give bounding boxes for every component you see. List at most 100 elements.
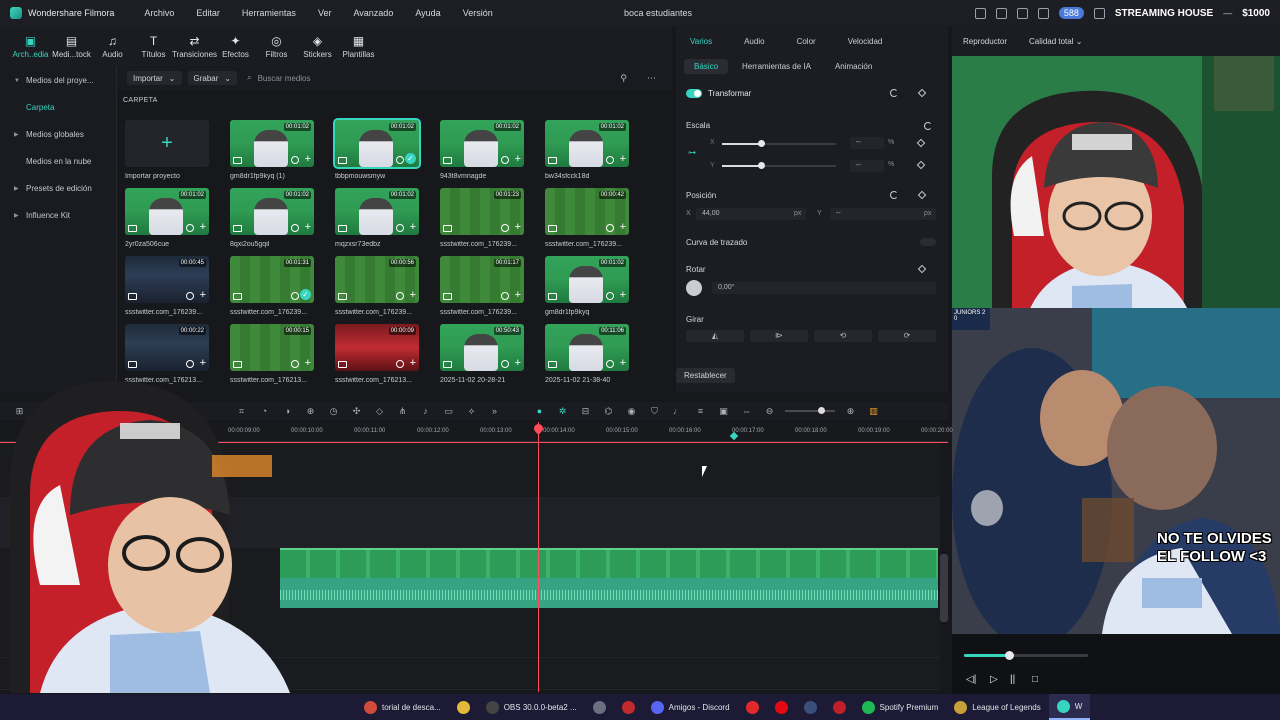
- more-options-icon[interactable]: ⋯: [647, 73, 656, 84]
- timeline-scrollbar[interactable]: [940, 554, 948, 622]
- add-to-timeline-icon[interactable]: +: [515, 358, 521, 369]
- mixer-icon[interactable]: ≡: [689, 406, 712, 416]
- render-preview-icon[interactable]: ●: [528, 406, 551, 416]
- add-to-timeline-icon[interactable]: +: [620, 290, 626, 301]
- mic-icon[interactable]: ♩: [666, 406, 689, 416]
- tab-transition[interactable]: ⇄ Transiciones: [172, 26, 217, 66]
- menu-herramientas[interactable]: Herramientas: [242, 8, 296, 18]
- playhead[interactable]: [538, 422, 539, 692]
- preview-video[interactable]: JUNIORS 2 0 NO TE OLVIDES EL FOLLOW <3: [952, 308, 1280, 634]
- stop-icon[interactable]: □: [1032, 674, 1038, 685]
- keyframe-icon[interactable]: [917, 88, 927, 98]
- media-thumbnail[interactable]: 00:11:06 +: [545, 324, 629, 371]
- add-to-timeline-icon[interactable]: +: [515, 290, 521, 301]
- media-thumbnail[interactable]: 00:01:02 +: [545, 120, 629, 167]
- menu-version[interactable]: Versión: [463, 8, 493, 18]
- tab-effects[interactable]: ✦ Efectos: [215, 26, 256, 66]
- grid-icon[interactable]: [1093, 7, 1105, 19]
- video-clip[interactable]: [280, 548, 938, 578]
- prev-frame-icon[interactable]: ◁|: [966, 674, 976, 685]
- rotate-dial[interactable]: [686, 280, 702, 296]
- add-to-timeline-icon[interactable]: +: [620, 358, 626, 369]
- taskbar-item[interactable]: OBS 30.0.0-beta2 ...: [478, 694, 585, 720]
- scale-x-slider[interactable]: [722, 140, 836, 147]
- add-to-timeline-icon[interactable]: +: [515, 222, 521, 233]
- media-thumbnail[interactable]: 00:01:02 +: [230, 188, 314, 235]
- import-dropdown[interactable]: Importar ⌄: [127, 71, 182, 85]
- add-to-timeline-icon[interactable]: +: [200, 358, 206, 369]
- media-item[interactable]: 00:01:02 + mqzxsr73edbz: [335, 188, 425, 248]
- rotate-left-button[interactable]: ⟲: [814, 330, 872, 342]
- marker-icon[interactable]: ⊟: [574, 406, 597, 417]
- add-to-timeline-icon[interactable]: +: [410, 222, 416, 233]
- seek-knob[interactable]: [1005, 651, 1014, 660]
- filter-icon[interactable]: ⚲: [620, 73, 627, 84]
- scale-reset-icon[interactable]: [924, 122, 932, 130]
- motion-icon[interactable]: ⟡: [460, 406, 483, 417]
- camera-icon[interactable]: ⌬: [597, 406, 620, 417]
- flip-vertical-button[interactable]: ⧐: [750, 330, 808, 342]
- taskbar-item[interactable]: [796, 694, 825, 720]
- media-item[interactable]: 00:01:02 + gm8dr1fp9kyq: [545, 256, 635, 316]
- search-input[interactable]: ⌕ Buscar medios: [243, 71, 523, 85]
- taskbar-item[interactable]: League of Legends: [946, 694, 1049, 720]
- add-to-timeline-icon[interactable]: +: [620, 154, 626, 165]
- sidebar-item-project-media[interactable]: ▼ Medios del proye...: [0, 67, 116, 94]
- taskbar-item[interactable]: W: [1048, 694, 1091, 720]
- media-thumbnail[interactable]: 00:01:02 +: [440, 120, 524, 167]
- add-to-timeline-icon[interactable]: +: [620, 222, 626, 233]
- sidebar-item-edit-presets[interactable]: ▶ Presets de edición: [0, 175, 116, 202]
- media-thumbnail[interactable]: 00:01:02 +: [545, 256, 629, 303]
- media-thumbnail[interactable]: 00:01:02 +: [335, 188, 419, 235]
- tab-music[interactable]: ♫ Audio: [92, 26, 133, 66]
- slider-knob[interactable]: [758, 140, 765, 147]
- media-thumbnail[interactable]: 00:00:42 +: [545, 188, 629, 235]
- menu-ayuda[interactable]: Ayuda: [415, 8, 440, 18]
- media-item[interactable]: 00:00:42 + ssstwitter.com_176239...: [545, 188, 635, 248]
- tab-sticker[interactable]: ◈ Stickers: [297, 26, 338, 66]
- media-item[interactable]: 00:01:02 + bw34sfcck18d: [545, 120, 635, 180]
- menu-ver[interactable]: Ver: [318, 8, 332, 18]
- media-thumbnail[interactable]: 00:01:23 +: [440, 188, 524, 235]
- scale-y-field[interactable]: --: [850, 160, 884, 172]
- frame-icon[interactable]: ▣: [712, 406, 735, 417]
- player-seek-bar[interactable]: [964, 651, 1088, 660]
- add-to-timeline-icon[interactable]: +: [305, 358, 311, 369]
- taskbar-item[interactable]: [825, 694, 854, 720]
- import-project-tile[interactable]: + Importar proyecto: [125, 120, 215, 180]
- taskbar-item[interactable]: [614, 694, 643, 720]
- media-item[interactable]: 00:00:45 + ssstwitter.com_176239...: [125, 256, 215, 316]
- record-voice-icon[interactable]: ◉: [620, 406, 643, 417]
- add-to-timeline-icon[interactable]: +: [410, 290, 416, 301]
- menu-editar[interactable]: Editar: [196, 8, 220, 18]
- audio-icon[interactable]: ♪: [414, 406, 437, 416]
- position-x-field[interactable]: 44,00: [696, 208, 806, 220]
- media-item[interactable]: 00:11:06 +2025-11-02 21-38-40: [545, 324, 635, 384]
- media-item[interactable]: 00:01:31 ✓ ssstwitter.com_176239...: [230, 256, 320, 316]
- link-icon[interactable]: ⊶: [688, 148, 696, 157]
- media-thumbnail[interactable]: 00:01:02 +: [230, 120, 314, 167]
- sidebar-item-global-media[interactable]: ▶ Medios globales: [0, 121, 116, 148]
- tab-template[interactable]: ▦ Plantillas: [338, 26, 379, 66]
- layout-icon[interactable]: ▥: [862, 406, 885, 417]
- media-thumbnail[interactable]: 00:01:31 ✓: [230, 256, 314, 303]
- media-item[interactable]: 00:50:43 +2025-11-02 20-28-21: [440, 324, 530, 384]
- shield-icon[interactable]: ⛉: [643, 406, 666, 417]
- taskbar-item[interactable]: torial de desca...: [356, 694, 449, 720]
- snap-icon[interactable]: ✲: [551, 406, 574, 417]
- media-item[interactable]: 00:01:02 +943t8vmnagde: [440, 120, 530, 180]
- media-item[interactable]: 00:00:15 + ssstwitter.com_176213...: [230, 324, 320, 384]
- media-thumbnail[interactable]: 00:00:56 +: [335, 256, 419, 303]
- record-dropdown[interactable]: Grabar ⌄: [187, 71, 238, 85]
- position-reset-icon[interactable]: [890, 191, 898, 199]
- message-icon[interactable]: [1016, 7, 1028, 19]
- crop-icon[interactable]: ⌗: [230, 406, 253, 417]
- add-to-timeline-icon[interactable]: +: [200, 222, 206, 233]
- media-item[interactable]: 00:01:02 +8qxi2ou5gqil: [230, 188, 320, 248]
- sidebar-item-cloud-media[interactable]: Medios en la nube: [0, 148, 116, 175]
- reset-icon[interactable]: [890, 89, 898, 97]
- timer-icon[interactable]: ◷: [322, 406, 345, 417]
- add-to-timeline-icon[interactable]: +: [305, 154, 311, 165]
- media-thumbnail[interactable]: 00:01:17 +: [440, 256, 524, 303]
- minimize-icon[interactable]: —: [1223, 8, 1232, 18]
